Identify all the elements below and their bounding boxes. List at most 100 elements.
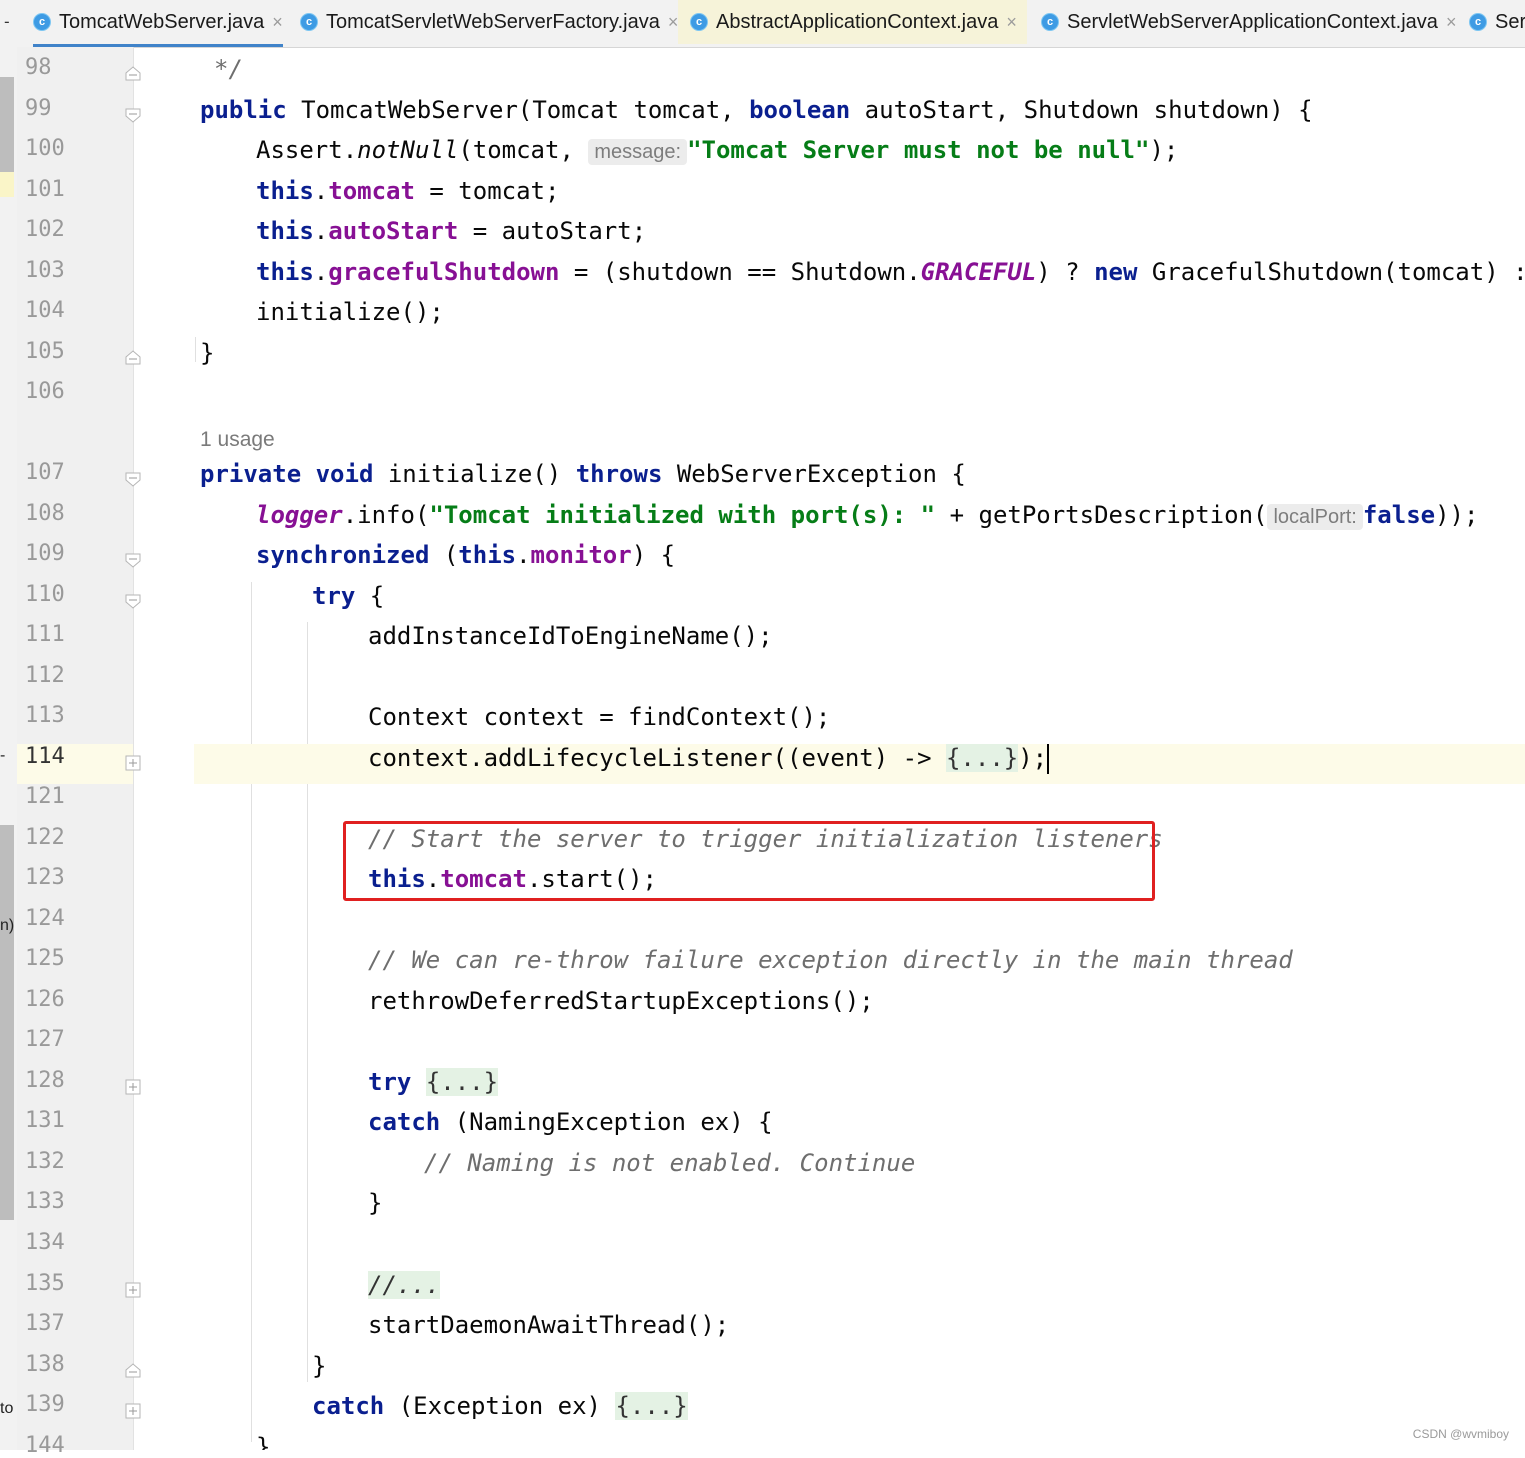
marker-segment (0, 172, 14, 197)
line-number: 144 (25, 1433, 65, 1458)
collapse-glyph[interactable]: - (2, 12, 12, 31)
left-tool-strip: - n) to (0, 47, 18, 1450)
line-number: 101 (25, 177, 65, 202)
code-line-108: logger.info("Tomcat initialized with por… (256, 501, 1479, 530)
text-caret (1047, 744, 1050, 774)
tab-tomcatwebserver[interactable]: c TomcatWebServer.java × (33, 0, 283, 47)
line-number: 139 (25, 1392, 65, 1417)
folded-region[interactable]: {...} (945, 744, 1019, 772)
line-number: 100 (25, 136, 65, 161)
class-icon: c (33, 13, 51, 31)
code-line-104: initialize(); (256, 298, 444, 326)
line-number: 113 (25, 703, 65, 728)
line-number: 104 (25, 298, 65, 323)
blank-segment (0, 197, 14, 737)
collapse-glyph[interactable]: - (0, 747, 5, 765)
tab-tomcatservletwebserverfactory[interactable]: c TomcatServletWebServerFactory.java × (300, 0, 678, 44)
line-number: 98 (25, 55, 52, 80)
scroll-segment (0, 825, 14, 1220)
line-number: 111 (25, 622, 65, 647)
line-number: 126 (25, 987, 65, 1012)
line-number: 128 (25, 1068, 65, 1093)
line-number: 134 (25, 1230, 65, 1255)
tab-servletwebserverapplicationcontext[interactable]: c ServletWebServerApplicationContext.jav… (1041, 0, 1456, 44)
tab-label: Serv (1495, 10, 1525, 33)
line-number: 108 (25, 501, 65, 526)
tab-label: TomcatWebServer.java (59, 10, 265, 33)
scroll-segment (0, 77, 14, 187)
code-line-99: public TomcatWebServer(Tomcat tomcat, bo… (200, 96, 1313, 124)
class-icon: c (300, 13, 318, 31)
code-line-139: catch (Exception ex) {...} (312, 1392, 688, 1420)
line-number: 133 (25, 1189, 65, 1214)
side-label: n) (0, 917, 15, 934)
close-icon[interactable]: × (668, 12, 679, 33)
param-hint: localPort: (1267, 504, 1363, 530)
code-editor[interactable]: */ public TomcatWebServer(Tomcat tomcat,… (134, 47, 1525, 1450)
code-line-126: rethrowDeferredStartupExceptions(); (368, 987, 874, 1015)
tab-abstractapplicationcontext[interactable]: c AbstractApplicationContext.java × (678, 0, 1027, 44)
code-line-132: // Naming is not enabled. Continue (424, 1149, 916, 1177)
code-line-114-current: context.addLifecycleListener((event) -> … (194, 744, 1525, 784)
code-line-137: startDaemonAwaitThread(); (368, 1311, 730, 1339)
code-line-111: addInstanceIdToEngineName(); (368, 622, 773, 650)
line-number: 125 (25, 946, 65, 971)
close-icon[interactable]: × (1446, 12, 1457, 33)
line-number: 135 (25, 1271, 65, 1296)
line-number: 99 (25, 96, 52, 121)
watermark: CSDN @wvmiboy (1412, 1427, 1509, 1441)
line-number: 123 (25, 865, 65, 890)
code-line-144: } (256, 1433, 271, 1450)
line-number: 110 (25, 582, 65, 607)
code-line-135: //... (134, 1271, 1525, 1311)
code-line-98: */ (214, 55, 243, 83)
folded-region[interactable]: {...} (425, 1068, 499, 1096)
code-line-128: try {...} (368, 1068, 499, 1096)
annotation-highlight-box (343, 821, 1155, 901)
line-number: 114 (25, 744, 65, 769)
line-number: 132 (25, 1149, 65, 1174)
close-icon[interactable]: × (272, 12, 283, 33)
line-number: 131 (25, 1108, 65, 1133)
code-line-100: Assert.notNull(tomcat, message: "Tomcat S… (256, 136, 1179, 165)
line-number: 127 (25, 1027, 65, 1052)
code-line-113: Context context = findContext(); (368, 703, 831, 731)
folded-region[interactable]: //... (368, 1271, 441, 1299)
code-line-125: // We can re-throw failure exception dir… (368, 946, 1293, 974)
line-number: 107 (25, 460, 65, 485)
code-line-105: } (200, 339, 215, 367)
param-hint: message: (588, 139, 688, 165)
editor-tab-bar: - c TomcatWebServer.java × c TomcatServl… (0, 0, 1525, 48)
line-number: 124 (25, 906, 65, 931)
line-number-gutter: 98 99 100 101 102 103 104 105 106 107 108 109 110 111… (17, 47, 141, 1458)
line-number: 112 (25, 663, 65, 688)
line-number: 102 (25, 217, 65, 242)
code-line-133: } (368, 1189, 383, 1217)
tab-label: TomcatServletWebServerFactory.java (326, 10, 660, 33)
line-number: 103 (25, 258, 65, 283)
tab-serv-truncated[interactable]: c Serv (1469, 0, 1525, 44)
code-line-101: this.tomcat = tomcat; (256, 177, 560, 205)
left-panel-edge: - (0, 0, 16, 47)
code-line-131: catch (NamingException ex) { (368, 1108, 773, 1136)
tab-label: AbstractApplicationContext.java (716, 10, 999, 33)
side-label: to (0, 1400, 14, 1417)
code-line-102: this.autoStart = autoStart; (256, 217, 647, 245)
line-number: 138 (25, 1352, 65, 1377)
line-number: 121 (25, 784, 65, 809)
tab-label: ServletWebServerApplicationContext.java (1067, 10, 1438, 33)
code-line-107: private void initialize() throws WebServ… (200, 460, 966, 488)
code-line-138: } (312, 1352, 327, 1380)
folded-region[interactable]: {...} (615, 1392, 688, 1420)
line-number: 137 (25, 1311, 65, 1336)
abstract-class-icon: c (690, 13, 708, 31)
usages-hint[interactable]: 1 usage (200, 428, 275, 452)
code-line-103: this.gracefulShutdown = (shutdown == Shu… (256, 258, 1525, 286)
class-icon: c (1041, 13, 1059, 31)
close-icon[interactable]: × (1006, 12, 1017, 33)
line-number: 122 (25, 825, 65, 850)
line-number: 109 (25, 541, 65, 566)
line-number: 105 (25, 339, 65, 364)
code-line-110: try { (312, 582, 385, 610)
code-line-109: synchronized (this.monitor) { (256, 541, 676, 569)
